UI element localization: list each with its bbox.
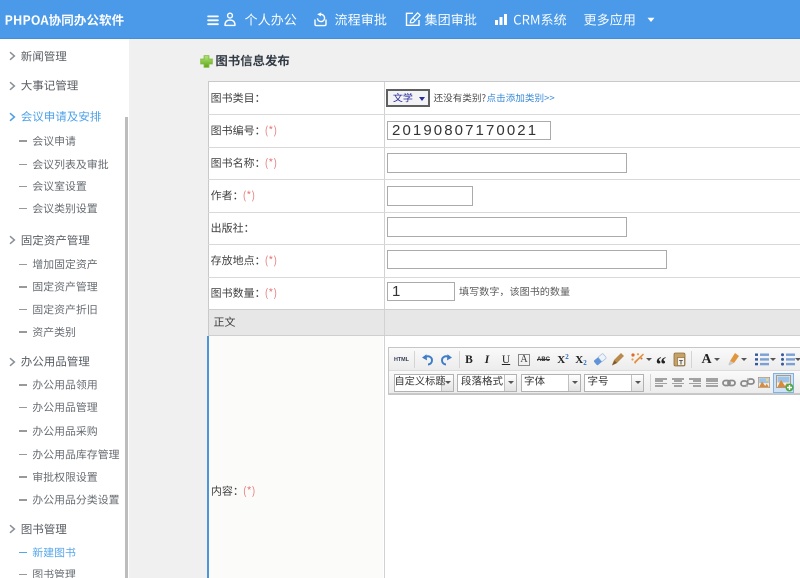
svg-text:T: T <box>679 359 683 366</box>
